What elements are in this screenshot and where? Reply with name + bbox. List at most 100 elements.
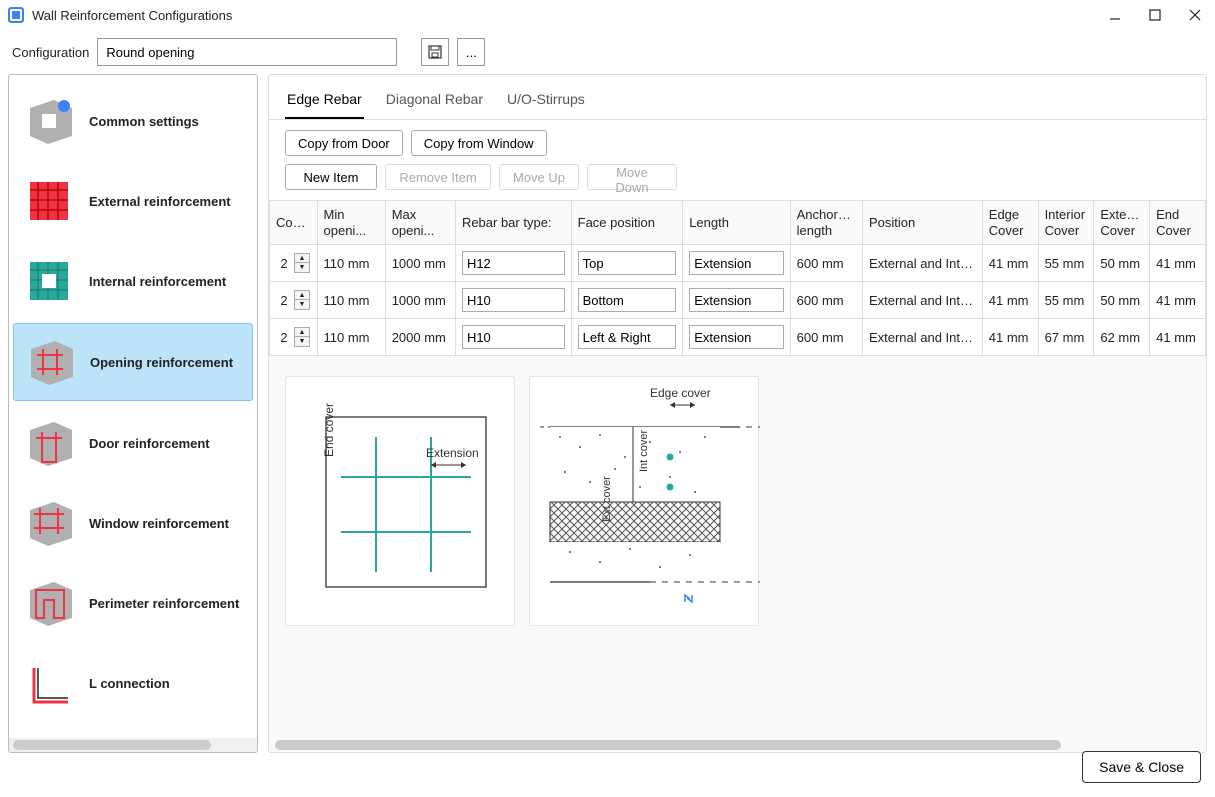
spinner-up-icon[interactable]: ▲ xyxy=(295,291,309,300)
cell-max[interactable]: 2000 mm xyxy=(385,319,455,356)
tab-edge-rebar[interactable]: Edge Rebar xyxy=(285,85,364,119)
titlebar: Wall Reinforcement Configurations xyxy=(0,0,1215,30)
sidebar-item-label: Opening reinforcement xyxy=(90,355,233,370)
move-up-button[interactable]: Move Up xyxy=(499,164,579,190)
column-header[interactable]: End Cover xyxy=(1150,201,1206,245)
column-header[interactable]: Edge Cover xyxy=(982,201,1038,245)
cell-end-cover[interactable]: 41 mm xyxy=(1150,245,1206,282)
tab-diagonal-rebar[interactable]: Diagonal Rebar xyxy=(384,85,485,119)
cell-anchorage[interactable]: 600 mm xyxy=(790,319,862,356)
column-header[interactable]: Interior Cover xyxy=(1038,201,1094,245)
cell-edge-cover[interactable]: 41 mm xyxy=(982,245,1038,282)
count-spinner[interactable]: 2▲▼ xyxy=(276,327,311,347)
save-and-close-button[interactable]: Save & Close xyxy=(1082,751,1201,783)
sidebar-item-label: External reinforcement xyxy=(89,194,231,209)
column-header[interactable]: Position xyxy=(862,201,982,245)
cell-interior-cover[interactable]: 55 mm xyxy=(1038,282,1094,319)
sidebar-thumb-icon xyxy=(21,415,77,471)
count-spinner[interactable]: 2▲▼ xyxy=(276,253,311,273)
face-position-input[interactable] xyxy=(578,251,677,275)
maximize-button[interactable] xyxy=(1143,3,1167,27)
column-header[interactable]: Rebar bar type: xyxy=(455,201,571,245)
column-header[interactable]: Anchorage length xyxy=(790,201,862,245)
sidebar-horizontal-scrollbar[interactable] xyxy=(9,738,257,752)
rebar-type-input[interactable] xyxy=(462,251,565,275)
table-row: 2▲▼ 110 mm2000 mm 600 mmExternal and Inter… xyxy=(270,319,1206,356)
sidebar-item-common-settings[interactable]: Common settings xyxy=(13,83,253,159)
sidebar-item-window-reinforcement[interactable]: Window reinforcement xyxy=(13,485,253,561)
table-row: 2▲▼ 110 mm1000 mm 600 mmExternal and Inter… xyxy=(270,282,1206,319)
spinner-down-icon[interactable]: ▼ xyxy=(295,337,309,346)
count-spinner[interactable]: 2▲▼ xyxy=(276,290,311,310)
table-row: 2▲▼ 110 mm1000 mm 600 mmExternal and Inter… xyxy=(270,245,1206,282)
sidebar-item-l-connection[interactable]: L connection xyxy=(13,645,253,721)
sidebar-thumb-icon xyxy=(21,575,77,631)
face-position-input[interactable] xyxy=(578,325,677,349)
move-down-button[interactable]: Move Down xyxy=(587,164,677,190)
copy-from-door-button[interactable]: Copy from Door xyxy=(285,130,403,156)
cell-edge-cover[interactable]: 41 mm xyxy=(982,282,1038,319)
column-header[interactable]: Length xyxy=(683,201,790,245)
column-header[interactable]: Face position xyxy=(571,201,683,245)
more-button[interactable]: ... xyxy=(457,38,485,66)
config-label: Configuration xyxy=(12,45,89,60)
cell-anchorage[interactable]: 600 mm xyxy=(790,245,862,282)
spinner-down-icon[interactable]: ▼ xyxy=(295,263,309,272)
window-title: Wall Reinforcement Configurations xyxy=(32,8,1103,23)
sidebar: Common settings External reinforcement Int… xyxy=(8,74,258,753)
ellipsis-icon: ... xyxy=(466,45,477,60)
svg-text:Edge cover: Edge cover xyxy=(650,386,711,400)
content-horizontal-scrollbar[interactable] xyxy=(275,738,1200,752)
svg-text:Extension: Extension xyxy=(426,446,479,460)
tab-u-o-stirrups[interactable]: U/O-Stirrups xyxy=(505,85,587,119)
sidebar-item-label: Window reinforcement xyxy=(89,516,229,531)
cell-min[interactable]: 110 mm xyxy=(317,282,385,319)
close-button[interactable] xyxy=(1183,3,1207,27)
sidebar-item-label: Common settings xyxy=(89,114,199,129)
minimize-button[interactable] xyxy=(1103,3,1127,27)
column-header[interactable]: Max openi... xyxy=(385,201,455,245)
remove-item-button[interactable]: Remove Item xyxy=(385,164,491,190)
sidebar-item-perimeter-reinforcement[interactable]: Perimeter reinforcement xyxy=(13,565,253,641)
cell-min[interactable]: 110 mm xyxy=(317,319,385,356)
length-input[interactable] xyxy=(689,251,783,275)
cell-position[interactable]: External and Internal xyxy=(862,282,982,319)
sidebar-item-external-reinforcement[interactable]: External reinforcement xyxy=(13,163,253,239)
spinner-up-icon[interactable]: ▲ xyxy=(295,328,309,337)
cell-max[interactable]: 1000 mm xyxy=(385,282,455,319)
cell-end-cover[interactable]: 41 mm xyxy=(1150,282,1206,319)
cell-interior-cover[interactable]: 67 mm xyxy=(1038,319,1094,356)
sidebar-item-door-reinforcement[interactable]: Door reinforcement xyxy=(13,405,253,481)
configuration-input[interactable] xyxy=(97,38,397,66)
rebar-type-input[interactable] xyxy=(462,288,565,312)
length-input[interactable] xyxy=(689,325,783,349)
cell-end-cover[interactable]: 41 mm xyxy=(1150,319,1206,356)
cell-exterior-cover[interactable]: 50 mm xyxy=(1094,282,1150,319)
cell-min[interactable]: 110 mm xyxy=(317,245,385,282)
cell-edge-cover[interactable]: 41 mm xyxy=(982,319,1038,356)
face-position-input[interactable] xyxy=(578,288,677,312)
cell-position[interactable]: External and Internal xyxy=(862,319,982,356)
column-header[interactable]: Min openi... xyxy=(317,201,385,245)
length-input[interactable] xyxy=(689,288,783,312)
sidebar-item-internal-reinforcement[interactable]: Internal reinforcement xyxy=(13,243,253,319)
sidebar-thumb-icon xyxy=(21,655,77,711)
cell-exterior-cover[interactable]: 62 mm xyxy=(1094,319,1150,356)
rebar-type-input[interactable] xyxy=(462,325,565,349)
cell-anchorage[interactable]: 600 mm xyxy=(790,282,862,319)
spinner-up-icon[interactable]: ▲ xyxy=(295,254,309,263)
save-icon-button[interactable] xyxy=(421,38,449,66)
spinner-down-icon[interactable]: ▼ xyxy=(295,300,309,309)
copy-from-window-button[interactable]: Copy from Window xyxy=(411,130,547,156)
diagram-section: Edge cover xyxy=(529,376,759,626)
sidebar-item-label: L connection xyxy=(89,676,170,691)
column-header[interactable]: Count xyxy=(270,201,318,245)
cell-interior-cover[interactable]: 55 mm xyxy=(1038,245,1094,282)
sidebar-item-opening-reinforcement[interactable]: Opening reinforcement xyxy=(13,323,253,401)
cell-position[interactable]: External and Internal xyxy=(862,245,982,282)
cell-exterior-cover[interactable]: 50 mm xyxy=(1094,245,1150,282)
cell-max[interactable]: 1000 mm xyxy=(385,245,455,282)
new-item-button[interactable]: New Item xyxy=(285,164,377,190)
tabs: Edge Rebar Diagonal Rebar U/O-Stirrups xyxy=(269,75,1206,120)
column-header[interactable]: Exterior Cover xyxy=(1094,201,1150,245)
